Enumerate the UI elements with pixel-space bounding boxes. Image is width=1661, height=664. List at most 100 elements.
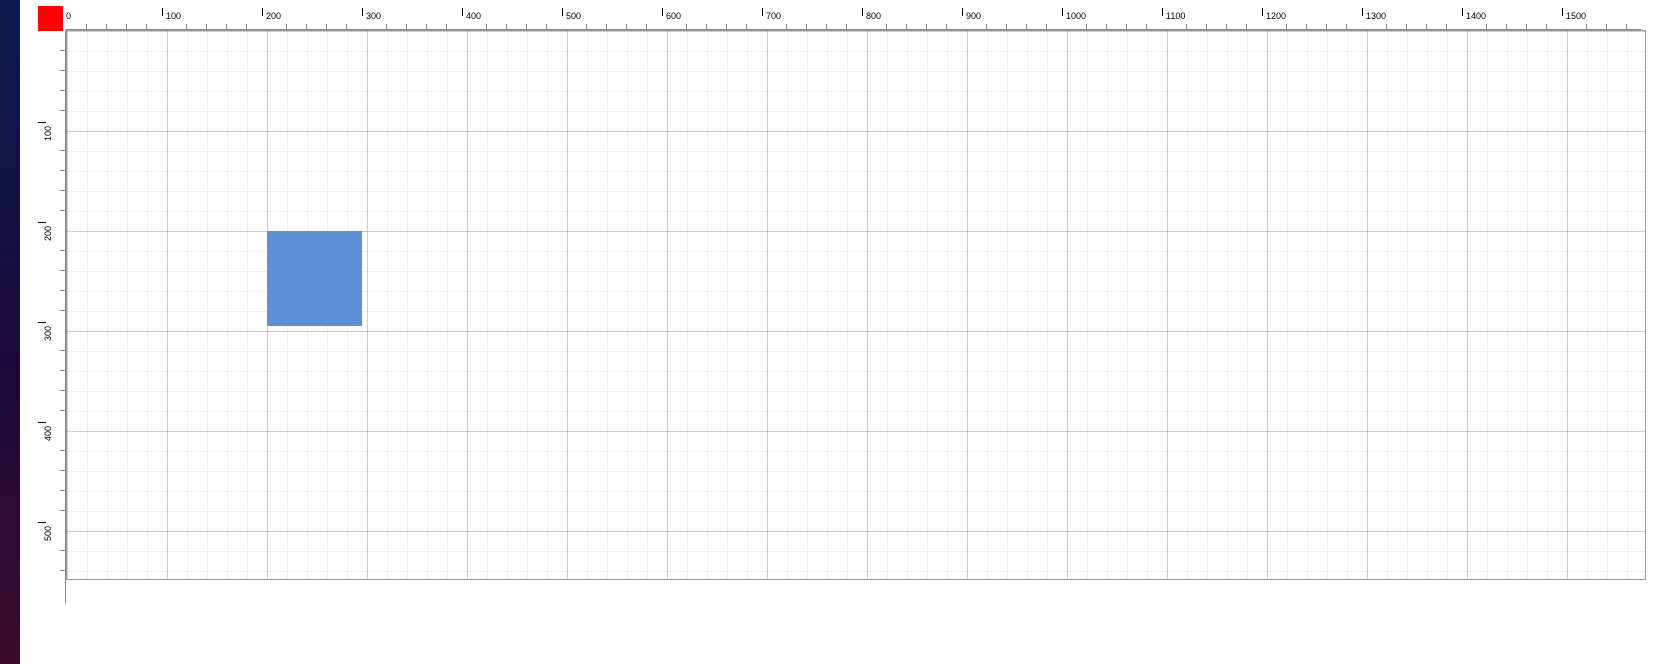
h-ruler-tick (446, 24, 447, 29)
h-ruler-tick (326, 24, 327, 29)
h-ruler-tick (106, 24, 107, 29)
drawing-canvas[interactable] (66, 30, 1646, 580)
v-ruler-tick (60, 150, 65, 151)
h-ruler-tick (806, 24, 807, 29)
v-ruler-tick (60, 170, 65, 171)
h-ruler-tick (1246, 24, 1247, 29)
h-ruler-tick (846, 24, 847, 29)
h-ruler-label: 700 (766, 12, 781, 21)
v-ruler-tick (60, 450, 65, 451)
v-ruler-label: 100 (44, 126, 53, 141)
h-ruler-tick (1006, 24, 1007, 29)
h-ruler-tick (1086, 24, 1087, 29)
h-ruler-tick (286, 24, 287, 29)
h-ruler-tick (586, 24, 587, 29)
h-ruler-tick (786, 24, 787, 29)
v-ruler-tick (60, 510, 65, 511)
workspace: 0 100 200 300 400 500 600 700 800 900 1000 1100 1200… (20, 0, 1661, 664)
h-ruler-tick (926, 24, 927, 29)
h-ruler-label: 200 (266, 12, 281, 21)
h-ruler-label: 600 (666, 12, 681, 21)
v-ruler-tick (60, 50, 65, 51)
h-ruler-tick (986, 24, 987, 29)
h-ruler-tick (726, 24, 727, 29)
h-ruler-tick (826, 24, 827, 29)
left-side-strip (0, 0, 20, 664)
h-ruler-tick (1026, 24, 1027, 29)
h-ruler-tick (1426, 24, 1427, 29)
v-ruler-tick (60, 250, 65, 251)
v-ruler-tick (60, 410, 65, 411)
shape-rect1[interactable] (267, 231, 362, 326)
v-ruler-tick (60, 470, 65, 471)
h-ruler-tick (1446, 24, 1447, 29)
h-ruler-tick (1606, 24, 1607, 29)
h-ruler-label: 300 (366, 12, 381, 21)
h-ruler-tick (1486, 24, 1487, 29)
h-ruler-tick (1626, 24, 1627, 29)
h-ruler-tick (406, 24, 407, 29)
h-ruler-tick (386, 24, 387, 29)
h-ruler-tick (1206, 24, 1207, 29)
h-ruler-tick (546, 24, 547, 29)
v-ruler-label: 300 (44, 326, 53, 341)
h-ruler-tick (1306, 24, 1307, 29)
h-ruler-tick (1326, 24, 1327, 29)
h-ruler-label: 500 (566, 12, 581, 21)
h-ruler-tick (1586, 24, 1587, 29)
h-ruler-tick (86, 24, 87, 29)
h-ruler-label: 400 (466, 12, 481, 21)
horizontal-ruler[interactable]: 0100200300400500600700800900100011001200… (66, 8, 1641, 30)
h-ruler-tick (1286, 24, 1287, 29)
h-ruler-tick (906, 24, 907, 29)
h-ruler-tick (186, 24, 187, 29)
h-ruler-label: 1300 (1366, 12, 1386, 21)
v-ruler-tick (60, 350, 65, 351)
h-ruler-tick (1106, 24, 1107, 29)
v-ruler-tick (60, 290, 65, 291)
v-ruler-tick (60, 490, 65, 491)
h-ruler-tick (686, 24, 687, 29)
h-ruler-label: 0 (66, 12, 71, 21)
h-ruler-tick (1406, 24, 1407, 29)
h-ruler-tick (1346, 24, 1347, 29)
v-ruler-tick (60, 310, 65, 311)
h-ruler-tick (1546, 24, 1547, 29)
h-ruler-tick (1526, 24, 1527, 29)
v-ruler-label: 500 (44, 526, 53, 541)
v-ruler-label: 200 (44, 226, 53, 241)
v-ruler-tick (60, 390, 65, 391)
v-ruler-label: 400 (44, 426, 53, 441)
h-ruler-tick (946, 24, 947, 29)
h-ruler-tick (206, 24, 207, 29)
h-ruler-label: 900 (966, 12, 981, 21)
h-ruler-tick (506, 24, 507, 29)
h-ruler-label: 1400 (1466, 12, 1486, 21)
h-ruler-tick (1126, 24, 1127, 29)
v-ruler-tick (60, 90, 65, 91)
v-ruler-tick (60, 190, 65, 191)
h-ruler-label: 1100 (1166, 12, 1185, 21)
h-ruler-tick (146, 24, 147, 29)
h-ruler-tick (126, 24, 127, 29)
h-ruler-tick (606, 24, 607, 29)
h-ruler-tick (1186, 24, 1187, 29)
h-ruler-tick (306, 24, 307, 29)
v-ruler-tick (60, 370, 65, 371)
h-ruler-tick (746, 24, 747, 29)
v-ruler-tick (60, 110, 65, 111)
v-ruler-tick (60, 210, 65, 211)
h-ruler-tick (426, 24, 427, 29)
h-ruler-label: 1200 (1266, 12, 1286, 21)
h-ruler-tick (526, 24, 527, 29)
h-ruler-label: 800 (866, 12, 881, 21)
h-ruler-tick (1046, 24, 1047, 29)
h-ruler-tick (246, 24, 247, 29)
ruler-origin-square[interactable] (38, 6, 63, 31)
h-ruler-tick (1506, 24, 1507, 29)
h-ruler-tick (626, 24, 627, 29)
vertical-ruler[interactable]: 0100200300400500 (42, 30, 66, 604)
h-ruler-tick (706, 24, 707, 29)
h-ruler-label: 1000 (1066, 12, 1086, 21)
h-ruler-tick (1146, 24, 1147, 29)
